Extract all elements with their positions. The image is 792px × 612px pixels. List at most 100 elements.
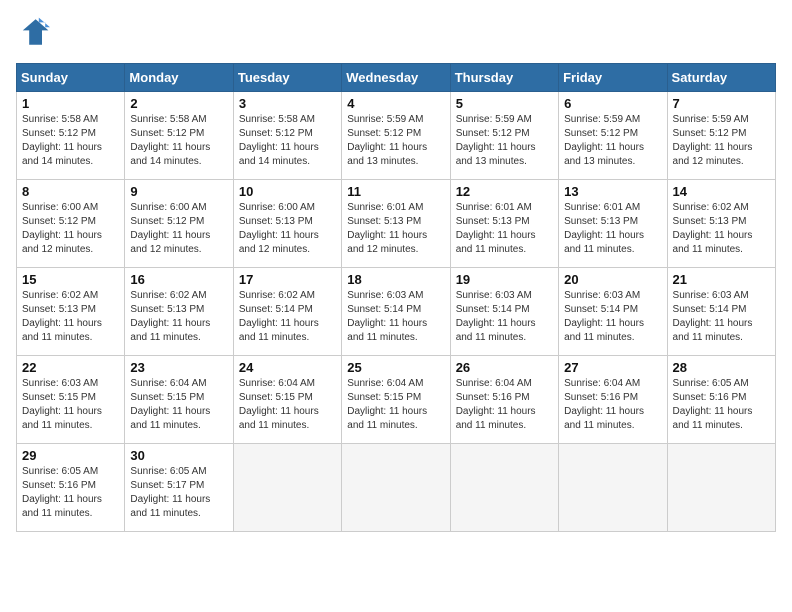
day-number: 19 xyxy=(456,272,553,287)
logo-icon xyxy=(18,16,50,48)
day-info: Sunrise: 6:05 AMSunset: 5:16 PMDaylight:… xyxy=(673,377,770,433)
day-number: 4 xyxy=(347,96,444,111)
calendar-cell: 11 Sunrise: 6:01 AMSunset: 5:13 PMDaylig… xyxy=(342,180,450,268)
day-number: 5 xyxy=(456,96,553,111)
day-info: Sunrise: 6:04 AMSunset: 5:16 PMDaylight:… xyxy=(564,377,661,433)
calendar-cell: 25 Sunrise: 6:04 AMSunset: 5:15 PMDaylig… xyxy=(342,356,450,444)
day-number: 26 xyxy=(456,360,553,375)
day-info: Sunrise: 6:02 AMSunset: 5:13 PMDaylight:… xyxy=(673,201,770,257)
day-number: 13 xyxy=(564,184,661,199)
day-number: 2 xyxy=(130,96,227,111)
weekday-header-row: SundayMondayTuesdayWednesdayThursdayFrid… xyxy=(17,64,776,92)
day-number: 30 xyxy=(130,448,227,463)
day-number: 21 xyxy=(673,272,770,287)
day-info: Sunrise: 5:59 AMSunset: 5:12 PMDaylight:… xyxy=(456,113,553,169)
calendar-cell: 14 Sunrise: 6:02 AMSunset: 5:13 PMDaylig… xyxy=(667,180,775,268)
calendar-cell: 28 Sunrise: 6:05 AMSunset: 5:16 PMDaylig… xyxy=(667,356,775,444)
day-number: 12 xyxy=(456,184,553,199)
weekday-header-friday: Friday xyxy=(559,64,667,92)
day-info: Sunrise: 6:05 AMSunset: 5:16 PMDaylight:… xyxy=(22,465,119,521)
day-info: Sunrise: 5:59 AMSunset: 5:12 PMDaylight:… xyxy=(347,113,444,169)
calendar-cell: 18 Sunrise: 6:03 AMSunset: 5:14 PMDaylig… xyxy=(342,268,450,356)
day-info: Sunrise: 6:03 AMSunset: 5:14 PMDaylight:… xyxy=(347,289,444,345)
day-info: Sunrise: 5:58 AMSunset: 5:12 PMDaylight:… xyxy=(22,113,119,169)
calendar-cell: 20 Sunrise: 6:03 AMSunset: 5:14 PMDaylig… xyxy=(559,268,667,356)
header xyxy=(16,16,776,53)
calendar-cell: 5 Sunrise: 5:59 AMSunset: 5:12 PMDayligh… xyxy=(450,92,558,180)
day-info: Sunrise: 5:58 AMSunset: 5:12 PMDaylight:… xyxy=(239,113,336,169)
calendar-cell: 9 Sunrise: 6:00 AMSunset: 5:12 PMDayligh… xyxy=(125,180,233,268)
day-info: Sunrise: 6:00 AMSunset: 5:12 PMDaylight:… xyxy=(22,201,119,257)
day-info: Sunrise: 6:03 AMSunset: 5:14 PMDaylight:… xyxy=(564,289,661,345)
calendar-cell: 1 Sunrise: 5:58 AMSunset: 5:12 PMDayligh… xyxy=(17,92,125,180)
day-info: Sunrise: 6:04 AMSunset: 5:16 PMDaylight:… xyxy=(456,377,553,433)
calendar-cell: 23 Sunrise: 6:04 AMSunset: 5:15 PMDaylig… xyxy=(125,356,233,444)
day-info: Sunrise: 6:03 AMSunset: 5:15 PMDaylight:… xyxy=(22,377,119,433)
day-info: Sunrise: 6:04 AMSunset: 5:15 PMDaylight:… xyxy=(130,377,227,433)
weekday-header-wednesday: Wednesday xyxy=(342,64,450,92)
calendar-cell: 19 Sunrise: 6:03 AMSunset: 5:14 PMDaylig… xyxy=(450,268,558,356)
day-number: 24 xyxy=(239,360,336,375)
calendar-cell: 26 Sunrise: 6:04 AMSunset: 5:16 PMDaylig… xyxy=(450,356,558,444)
day-number: 15 xyxy=(22,272,119,287)
calendar-cell xyxy=(342,444,450,532)
day-number: 23 xyxy=(130,360,227,375)
day-number: 7 xyxy=(673,96,770,111)
day-info: Sunrise: 6:03 AMSunset: 5:14 PMDaylight:… xyxy=(456,289,553,345)
calendar-cell: 3 Sunrise: 5:58 AMSunset: 5:12 PMDayligh… xyxy=(233,92,341,180)
week-row-2: 8 Sunrise: 6:00 AMSunset: 5:12 PMDayligh… xyxy=(17,180,776,268)
day-number: 9 xyxy=(130,184,227,199)
calendar: SundayMondayTuesdayWednesdayThursdayFrid… xyxy=(16,63,776,532)
week-row-4: 22 Sunrise: 6:03 AMSunset: 5:15 PMDaylig… xyxy=(17,356,776,444)
day-info: Sunrise: 5:59 AMSunset: 5:12 PMDaylight:… xyxy=(673,113,770,169)
calendar-cell: 10 Sunrise: 6:00 AMSunset: 5:13 PMDaylig… xyxy=(233,180,341,268)
weekday-header-saturday: Saturday xyxy=(667,64,775,92)
day-number: 16 xyxy=(130,272,227,287)
calendar-cell: 30 Sunrise: 6:05 AMSunset: 5:17 PMDaylig… xyxy=(125,444,233,532)
day-number: 28 xyxy=(673,360,770,375)
day-number: 17 xyxy=(239,272,336,287)
week-row-1: 1 Sunrise: 5:58 AMSunset: 5:12 PMDayligh… xyxy=(17,92,776,180)
logo xyxy=(16,16,50,53)
day-info: Sunrise: 5:58 AMSunset: 5:12 PMDaylight:… xyxy=(130,113,227,169)
day-number: 11 xyxy=(347,184,444,199)
day-number: 3 xyxy=(239,96,336,111)
day-info: Sunrise: 6:00 AMSunset: 5:13 PMDaylight:… xyxy=(239,201,336,257)
calendar-cell: 24 Sunrise: 6:04 AMSunset: 5:15 PMDaylig… xyxy=(233,356,341,444)
calendar-cell: 6 Sunrise: 5:59 AMSunset: 5:12 PMDayligh… xyxy=(559,92,667,180)
day-info: Sunrise: 6:02 AMSunset: 5:13 PMDaylight:… xyxy=(22,289,119,345)
week-row-3: 15 Sunrise: 6:02 AMSunset: 5:13 PMDaylig… xyxy=(17,268,776,356)
day-number: 8 xyxy=(22,184,119,199)
calendar-cell: 13 Sunrise: 6:01 AMSunset: 5:13 PMDaylig… xyxy=(559,180,667,268)
day-info: Sunrise: 5:59 AMSunset: 5:12 PMDaylight:… xyxy=(564,113,661,169)
day-number: 27 xyxy=(564,360,661,375)
day-number: 14 xyxy=(673,184,770,199)
day-number: 20 xyxy=(564,272,661,287)
day-info: Sunrise: 6:05 AMSunset: 5:17 PMDaylight:… xyxy=(130,465,227,521)
day-number: 1 xyxy=(22,96,119,111)
day-number: 10 xyxy=(239,184,336,199)
weekday-header-tuesday: Tuesday xyxy=(233,64,341,92)
calendar-cell: 7 Sunrise: 5:59 AMSunset: 5:12 PMDayligh… xyxy=(667,92,775,180)
weekday-header-sunday: Sunday xyxy=(17,64,125,92)
calendar-cell: 4 Sunrise: 5:59 AMSunset: 5:12 PMDayligh… xyxy=(342,92,450,180)
calendar-cell: 12 Sunrise: 6:01 AMSunset: 5:13 PMDaylig… xyxy=(450,180,558,268)
day-info: Sunrise: 6:01 AMSunset: 5:13 PMDaylight:… xyxy=(347,201,444,257)
day-number: 22 xyxy=(22,360,119,375)
day-info: Sunrise: 6:01 AMSunset: 5:13 PMDaylight:… xyxy=(456,201,553,257)
weekday-header-thursday: Thursday xyxy=(450,64,558,92)
day-info: Sunrise: 6:03 AMSunset: 5:14 PMDaylight:… xyxy=(673,289,770,345)
day-info: Sunrise: 6:02 AMSunset: 5:13 PMDaylight:… xyxy=(130,289,227,345)
calendar-cell xyxy=(233,444,341,532)
day-info: Sunrise: 6:00 AMSunset: 5:12 PMDaylight:… xyxy=(130,201,227,257)
calendar-cell: 29 Sunrise: 6:05 AMSunset: 5:16 PMDaylig… xyxy=(17,444,125,532)
calendar-cell xyxy=(667,444,775,532)
calendar-cell xyxy=(559,444,667,532)
calendar-cell: 2 Sunrise: 5:58 AMSunset: 5:12 PMDayligh… xyxy=(125,92,233,180)
calendar-cell: 17 Sunrise: 6:02 AMSunset: 5:14 PMDaylig… xyxy=(233,268,341,356)
calendar-cell xyxy=(450,444,558,532)
week-row-5: 29 Sunrise: 6:05 AMSunset: 5:16 PMDaylig… xyxy=(17,444,776,532)
day-info: Sunrise: 6:04 AMSunset: 5:15 PMDaylight:… xyxy=(239,377,336,433)
day-number: 18 xyxy=(347,272,444,287)
day-number: 6 xyxy=(564,96,661,111)
